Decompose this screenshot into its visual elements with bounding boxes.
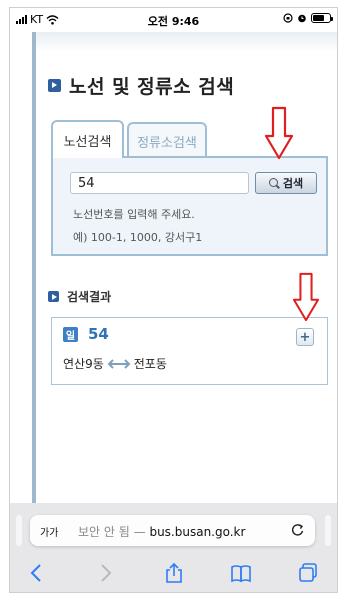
results-bullet-icon [48, 291, 59, 302]
content-top-shade [36, 32, 337, 52]
tab-route-search[interactable]: 노선검색 [51, 120, 124, 158]
double-arrow-icon [107, 358, 131, 369]
browser-toolbar [10, 558, 337, 588]
book-icon[interactable] [230, 562, 252, 584]
search-example: 예) 100-1, 1000, 강서구1 [73, 231, 203, 244]
route-number[interactable]: 54 [88, 325, 109, 343]
url-display[interactable]: 보안 안 됨 — bus.busan.go.kr [78, 523, 245, 540]
status-bar: KT 오전 9:46 [10, 8, 337, 32]
browser-chrome: 가가 보안 안 됨 — bus.busan.go.kr [10, 503, 337, 592]
tab-stop-search[interactable]: 정류소검색 [127, 122, 207, 158]
add-favorite-button[interactable]: + [296, 328, 314, 346]
share-icon[interactable] [163, 562, 185, 584]
annotation-arrow-icon [264, 106, 294, 160]
alarm-icon [298, 14, 306, 23]
page-title: 노선 및 정류소 검색 [69, 76, 235, 98]
route-search-input[interactable] [70, 172, 249, 194]
results-heading: 검색결과 [67, 290, 112, 304]
search-button-label: 검색 [282, 177, 304, 190]
url-domain: bus.busan.go.kr [149, 525, 246, 539]
results-heading-row: 검색결과 [48, 288, 111, 305]
next-tab-stub [325, 515, 331, 546]
url-separator: — [133, 525, 146, 539]
previous-tab-stub [16, 515, 22, 546]
address-bar[interactable]: 가가 보안 안 됨 — bus.busan.go.kr [30, 515, 315, 546]
route-type-badge: 일 [63, 327, 78, 342]
tabs-icon[interactable] [297, 562, 319, 584]
orientation-lock-icon [283, 13, 293, 23]
status-right [283, 13, 333, 23]
magnifier-icon [268, 177, 280, 189]
content-left-rule [32, 32, 36, 512]
battery-icon [311, 13, 333, 23]
page-title-row: 노선 및 정류소 검색 [48, 72, 234, 99]
result-item[interactable]: 일 54 + 연산9동 전포동 [51, 317, 328, 385]
chevron-right-icon[interactable] [94, 562, 116, 584]
title-bullet-icon [48, 79, 61, 92]
security-label: 보안 안 됨 [78, 525, 130, 539]
text-size-button[interactable]: 가가 [40, 524, 58, 539]
route-endpoints: 연산9동 전포동 [63, 355, 167, 372]
chevron-left-icon[interactable] [26, 562, 48, 584]
search-panel: 검색 노선번호를 입력해 주세요. 예) 100-1, 1000, 강서구1 [51, 156, 328, 256]
search-hint: 노선번호를 입력해 주세요. [73, 208, 195, 221]
route-origin: 연산9동 [63, 357, 104, 371]
reload-icon[interactable] [290, 522, 306, 538]
web-content: 노선 및 정류소 검색 노선검색 정류소검색 검색 노선번호를 입력해 주세요.… [10, 32, 337, 512]
search-button[interactable]: 검색 [255, 172, 317, 194]
annotation-arrow-icon [292, 272, 320, 322]
route-destination: 전포동 [133, 357, 167, 371]
phone-screen: KT 오전 9:46 노선 및 정류소 검색 노선검색 정류소검색 54 검색 … [9, 7, 338, 593]
